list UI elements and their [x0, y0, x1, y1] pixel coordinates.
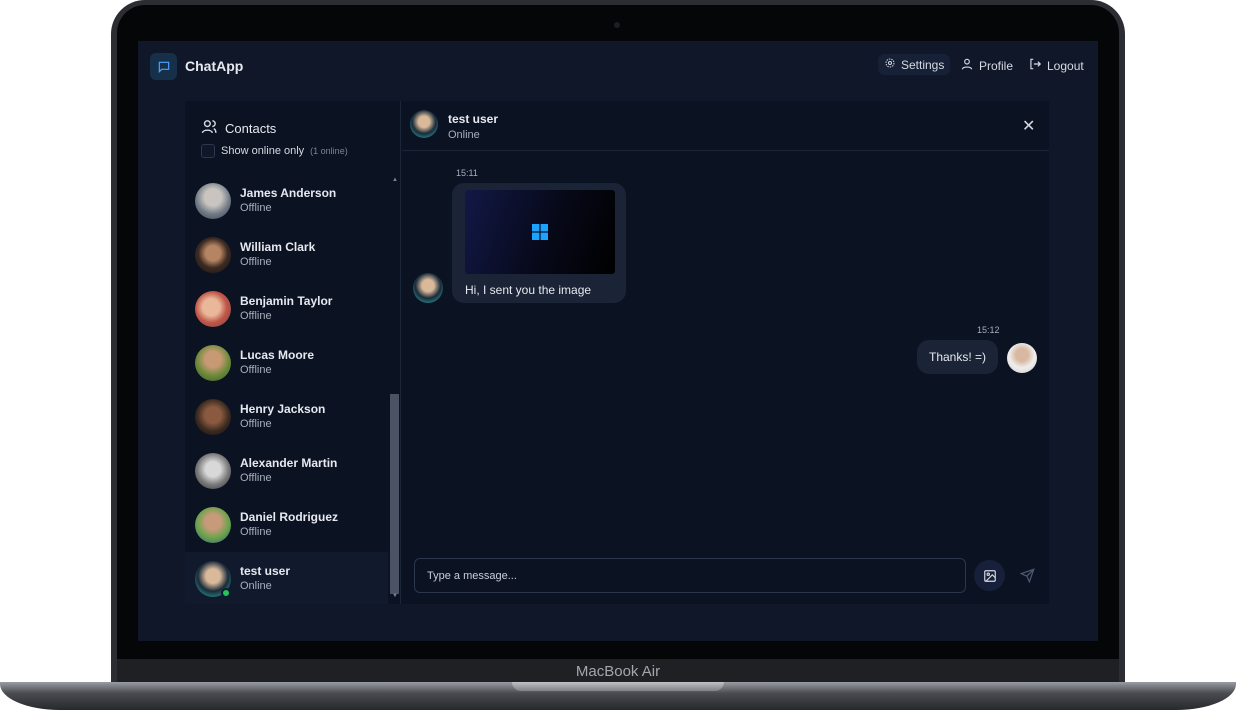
settings-button[interactable]: Settings	[878, 54, 951, 75]
logout-icon	[1028, 57, 1042, 74]
contact-status: Offline	[240, 310, 272, 322]
users-icon	[201, 118, 218, 138]
contact-name: William Clark	[240, 240, 316, 254]
windows-logo-icon	[532, 224, 548, 240]
logout-label: Logout	[1047, 58, 1084, 73]
scrollbar-thumb[interactable]	[390, 394, 399, 594]
gear-icon	[884, 57, 896, 72]
contact-item[interactable]: Daniel Rodriguez Offline	[185, 498, 388, 552]
attached-image[interactable]	[465, 190, 615, 274]
profile-button[interactable]: Profile	[960, 57, 1013, 74]
chat-contact-status: Online	[448, 129, 480, 141]
scroll-up-icon[interactable]: ▲	[392, 177, 398, 183]
send-button[interactable]	[1012, 560, 1043, 591]
contact-name: Lucas Moore	[240, 348, 315, 362]
online-count: (1 online)	[310, 146, 348, 156]
contact-name: Benjamin Taylor	[240, 294, 333, 308]
avatar	[195, 453, 231, 489]
avatar	[195, 237, 231, 273]
message-input-field[interactable]	[414, 558, 966, 593]
avatar	[195, 291, 231, 327]
message-text: Thanks! =)	[928, 350, 987, 364]
online-only-toggle[interactable]: Show online only (1 online)	[201, 144, 348, 158]
settings-label: Settings	[901, 57, 945, 72]
own-avatar	[1007, 343, 1037, 373]
incoming-message: Hi, I sent you the image	[452, 183, 626, 303]
contact-list[interactable]: James Anderson Offline William Clark Off…	[185, 172, 401, 604]
contact-status: Offline	[240, 472, 272, 484]
contact-name: James Anderson	[240, 186, 337, 200]
contact-name: Henry Jackson	[240, 402, 326, 416]
send-icon	[1020, 568, 1035, 583]
scroll-down-icon[interactable]: ▼	[392, 593, 398, 599]
user-icon	[960, 57, 974, 74]
contact-status: Online	[240, 580, 272, 592]
message-time: 15:12	[977, 325, 1000, 335]
contact-status: Offline	[240, 526, 272, 538]
message-text: Hi, I sent you the image	[465, 283, 592, 297]
message-input[interactable]	[415, 559, 965, 592]
avatar	[195, 399, 231, 435]
app-name[interactable]: ChatApp	[185, 58, 243, 74]
contact-status: Offline	[240, 202, 272, 214]
sender-avatar	[413, 273, 443, 303]
profile-label: Profile	[979, 58, 1014, 73]
chat-panel: Contacts Show online only (1 online) Jam…	[185, 101, 1049, 604]
contacts-sidebar: Contacts Show online only (1 online) Jam…	[185, 101, 401, 604]
chat-contact-name: test user	[448, 112, 499, 126]
avatar	[195, 183, 231, 219]
online-indicator	[221, 588, 231, 598]
chat-header: test user Online ✕	[402, 101, 1049, 151]
contact-name: test user	[240, 564, 291, 578]
contact-item[interactable]: William Clark Offline	[185, 228, 388, 282]
contact-item[interactable]: Henry Jackson Offline	[185, 390, 388, 444]
outgoing-message: Thanks! =)	[917, 340, 998, 374]
contact-name: Daniel Rodriguez	[240, 510, 339, 524]
camera-icon	[614, 22, 620, 28]
online-only-checkbox[interactable]	[201, 144, 215, 158]
contact-item[interactable]: James Anderson Offline	[185, 174, 388, 228]
contact-item-active[interactable]: test user Online	[185, 552, 388, 604]
chat-avatar	[410, 110, 438, 138]
contact-item[interactable]: Benjamin Taylor Offline	[185, 282, 388, 336]
laptop-notch	[512, 682, 724, 691]
image-icon	[983, 569, 996, 582]
contact-status: Offline	[240, 256, 272, 268]
laptop-frame: MacBook Air ChatApp Settings Profile Log…	[0, 0, 1236, 710]
contact-name: Alexander Martin	[240, 456, 338, 470]
contact-item[interactable]: Alexander Martin Offline	[185, 444, 388, 498]
close-icon[interactable]: ✕	[1022, 116, 1035, 136]
contact-status: Offline	[240, 364, 272, 376]
app-screen: ChatApp Settings Profile Logout Contacts…	[138, 41, 1098, 641]
avatar	[195, 345, 231, 381]
device-label: MacBook Air	[575, 663, 661, 680]
contact-item[interactable]: Lucas Moore Offline	[185, 336, 388, 390]
logout-button[interactable]: Logout	[1028, 57, 1084, 74]
attach-image-button[interactable]	[974, 560, 1005, 591]
message-time: 15:11	[456, 168, 478, 178]
online-only-label: Show online only	[221, 145, 305, 157]
chat-area: test user Online ✕ 15:11 Hi, I sent you …	[402, 101, 1049, 604]
contact-status: Offline	[240, 418, 272, 430]
contacts-title: Contacts	[225, 120, 277, 136]
chat-logo-icon[interactable]	[150, 53, 177, 80]
top-bar	[138, 41, 1098, 91]
avatar	[195, 507, 231, 543]
contacts-header: Contacts	[201, 118, 276, 138]
